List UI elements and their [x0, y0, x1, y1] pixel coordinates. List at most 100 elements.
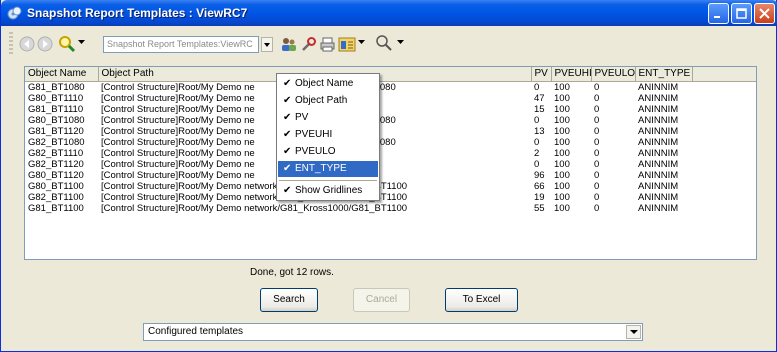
- cell-ent-type: ANINNIM: [638, 202, 679, 214]
- cell-pveulo: 0: [594, 158, 600, 170]
- table-row[interactable]: G81_BT1110 [Control Structure]Root/My Dem…: [25, 104, 756, 115]
- cell-object-name: G81_BT1110: [28, 103, 84, 115]
- maximize-button[interactable]: [731, 3, 752, 24]
- cell-object-name: G80_BT1100: [28, 180, 84, 192]
- cell-empty: [692, 115, 756, 126]
- zoom-dropdown-icon[interactable]: [397, 40, 404, 45]
- forward-icon[interactable]: [37, 36, 53, 52]
- cell-pveulo: 0: [594, 125, 600, 137]
- checkmark-icon: ✔: [283, 112, 292, 123]
- cell-object-name: G80_BT1110: [28, 92, 84, 104]
- cell-pveuhi: 100: [554, 191, 570, 203]
- table-row[interactable]: G80_BT1080 [Control Structure]Root/My Dem…: [25, 115, 756, 126]
- back-icon[interactable]: [19, 36, 35, 52]
- cell-ent-type: ANINNIM: [638, 180, 679, 192]
- maximize-icon: [736, 8, 747, 19]
- cell-ent-type: ANINNIM: [638, 92, 679, 104]
- cell-pveuhi: 100: [554, 158, 570, 170]
- table-row[interactable]: G82_BT1110 [Control Structure]Root/My Dem…: [25, 148, 756, 159]
- template-select-value: Configured templates: [148, 326, 244, 337]
- cell-pveulo: 0: [594, 147, 600, 159]
- find-dropdown-icon[interactable]: [78, 40, 85, 45]
- menu-item-object-path[interactable]: ✔ Object Path: [278, 93, 378, 109]
- menu-item-label: PVEULO: [295, 146, 336, 157]
- column-header-pveuhi[interactable]: PVEUHI: [551, 67, 592, 82]
- cell-object-path: [Control Structure]Root/My Demo ne: [101, 125, 255, 137]
- cell-pv: 13: [534, 125, 545, 137]
- window-title: Snapshot Report Templates : ViewRC7: [27, 6, 248, 20]
- cell-object-path: [Control Structure]Root/My Demo ne: [101, 147, 255, 159]
- cell-pveulo: 0: [594, 202, 600, 214]
- cell-pveulo: 0: [594, 114, 600, 126]
- results-grid[interactable]: Object Name Object Path PV PVEUHI PVEULO…: [24, 66, 757, 260]
- template-select-dropdown[interactable]: [626, 325, 641, 339]
- table-row[interactable]: G80_BT1110 [Control Structure]Root/My Dem…: [25, 93, 756, 104]
- table-row[interactable]: G81_BT1100 [Control Structure]Root/My Dem…: [25, 203, 756, 214]
- print-icon[interactable]: [319, 36, 336, 53]
- table-row[interactable]: G81_BT1080 [Control Structure]Root/My Dem…: [25, 81, 756, 93]
- table-row[interactable]: G81_BT1120 [Control Structure]Root/My Dem…: [25, 126, 756, 137]
- cell-object-path: [Control Structure]Root/My Demo ne: [101, 158, 255, 170]
- cell-object-name: G82_BT1120: [28, 158, 84, 170]
- cell-object-name: G81_BT1120: [28, 125, 84, 137]
- menu-item-label: Object Path: [295, 95, 348, 106]
- columns-icon[interactable]: [338, 36, 356, 53]
- table-row[interactable]: G80_BT1100 [Control Structure]Root/My Dem…: [25, 181, 756, 192]
- cell-object-name: G82_BT1080: [28, 136, 85, 148]
- toolbar-grip[interactable]: [9, 32, 13, 54]
- template-select[interactable]: Configured templates: [143, 323, 643, 341]
- users-icon[interactable]: [280, 36, 297, 53]
- column-header-ent-type[interactable]: ENT_TYPE: [635, 67, 693, 82]
- cell-pveuhi: 100: [554, 92, 570, 104]
- table-row[interactable]: G80_BT1120 [Control Structure]Root/My Dem…: [25, 170, 756, 181]
- search-button[interactable]: Search: [260, 288, 318, 312]
- table-row[interactable]: G82_BT1120 [Control Structure]Root/My Dem…: [25, 159, 756, 170]
- menu-item-pv[interactable]: ✔ PV: [278, 110, 378, 126]
- app-window: Snapshot Report Templates : ViewRC7 Snap…: [0, 0, 777, 352]
- cell-pveuhi: 100: [554, 136, 570, 148]
- chevron-down-icon: [264, 43, 270, 47]
- cell-pv: 15: [534, 103, 545, 115]
- zoom-icon[interactable]: [375, 34, 393, 52]
- cell-pveuhi: 100: [554, 169, 570, 181]
- menu-item-pveuhi[interactable]: ✔ PVEUHI: [278, 127, 378, 143]
- cell-pv: 0: [534, 81, 540, 93]
- title-bar[interactable]: Snapshot Report Templates : ViewRC7: [1, 0, 777, 26]
- columns-dropdown-icon[interactable]: [358, 40, 365, 45]
- cell-ent-type: ANINNIM: [638, 103, 679, 115]
- cell-empty: [692, 170, 756, 181]
- to-excel-button[interactable]: To Excel: [445, 288, 518, 312]
- menu-item-label: PVEUHI: [295, 129, 333, 140]
- cell-pveulo: 0: [594, 92, 600, 104]
- template-path-dropdown[interactable]: [261, 37, 273, 52]
- column-header-empty: [692, 67, 756, 82]
- cell-pveulo: 0: [594, 180, 600, 192]
- minimize-icon: [714, 16, 720, 18]
- table-row[interactable]: G82_BT1080 [Control Structure]Root/My Dem…: [25, 137, 756, 148]
- cell-object-name: G82_BT1110: [28, 147, 84, 159]
- column-header-pveulo[interactable]: PVEULO: [591, 67, 636, 82]
- tools-icon[interactable]: [300, 36, 317, 53]
- column-header-pv[interactable]: PV: [531, 67, 552, 82]
- cell-empty: [692, 104, 756, 115]
- menu-item-ent-type[interactable]: ✔ ENT_TYPE: [278, 161, 378, 177]
- close-button[interactable]: [754, 3, 775, 24]
- checkmark-icon: ✔: [283, 185, 292, 196]
- menu-item-show-gridlines[interactable]: ✔ Show Gridlines: [278, 183, 378, 199]
- find-icon[interactable]: [57, 34, 77, 54]
- status-text: Done, got 12 rows.: [250, 267, 334, 278]
- table-row[interactable]: G82_BT1100 [Control Structure]Root/My Dem…: [25, 192, 756, 203]
- template-path-field[interactable]: Snapshot Report Templates:ViewRC: [103, 36, 259, 53]
- column-header-object-name[interactable]: Object Name: [25, 67, 99, 82]
- cell-pv: 55: [534, 202, 545, 214]
- cell-object-name: G82_BT1100: [28, 191, 84, 203]
- cell-ent-type: ANINNIM: [638, 81, 679, 93]
- cell-object-name: G80_BT1080: [28, 114, 85, 126]
- menu-item-pveulo[interactable]: ✔ PVEULO: [278, 144, 378, 160]
- menu-item-object-name[interactable]: ✔ Object Name: [278, 76, 378, 92]
- checkmark-icon: ✔: [283, 163, 292, 174]
- cell-object-path: [Control Structure]Root/My Demo ne: [101, 81, 255, 93]
- checkmark-icon: ✔: [283, 78, 292, 89]
- cancel-button[interactable]: Cancel: [353, 288, 410, 312]
- minimize-button[interactable]: [708, 3, 729, 24]
